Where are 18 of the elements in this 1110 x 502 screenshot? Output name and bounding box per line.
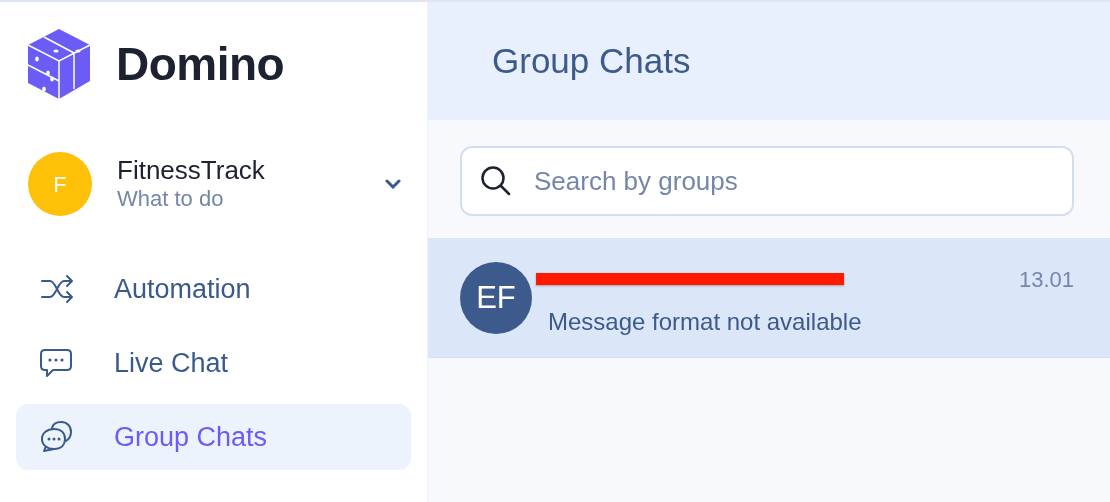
- chevron-down-icon[interactable]: [385, 179, 401, 189]
- workspace-avatar: F: [28, 152, 92, 216]
- page-title: Group Chats: [492, 39, 691, 82]
- chat-time: 13.01: [1018, 265, 1074, 294]
- brand-name: Domino: [116, 36, 285, 92]
- nav-item[interactable]: Group Chats: [16, 404, 411, 470]
- shuffle-icon: [40, 273, 74, 305]
- nav-item[interactable]: Live Chat: [16, 330, 411, 396]
- nav-item[interactable]: Automation: [16, 256, 411, 322]
- chat-bubble-icon: [40, 347, 74, 379]
- workspace-name: FitnessTrack: [117, 155, 266, 187]
- chat-avatar: EF: [460, 262, 532, 334]
- search-field[interactable]: Search by groups: [460, 146, 1074, 216]
- chat-row[interactable]: EF 13.01 Message format not available: [428, 238, 1110, 358]
- workspace-subtitle: What to do: [117, 186, 225, 213]
- chat-bubbles-icon: [40, 421, 74, 453]
- chat-preview: Message format not available: [548, 307, 863, 337]
- dice-logo-icon: [26, 27, 92, 101]
